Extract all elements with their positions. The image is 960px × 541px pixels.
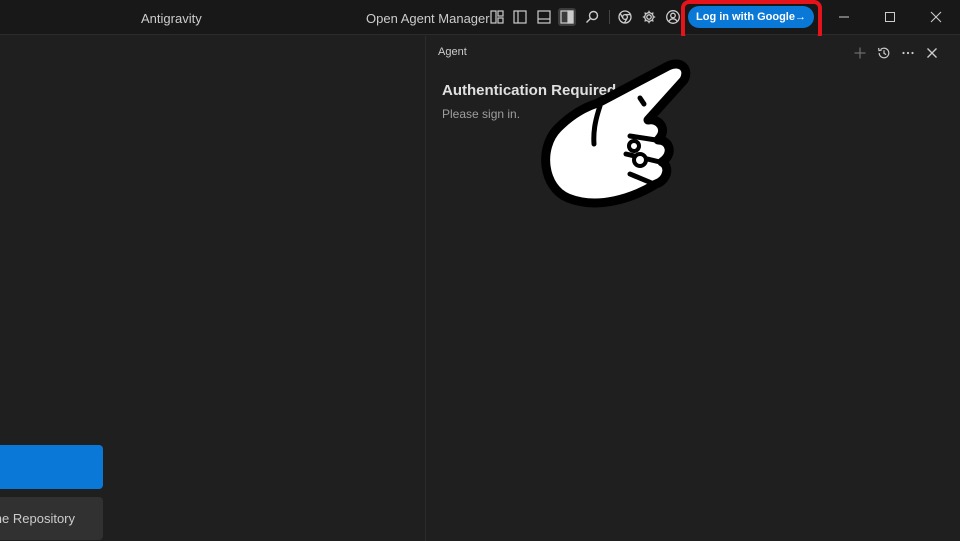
maximize-icon[interactable]: [882, 9, 898, 25]
open-agent-manager-link[interactable]: Open Agent Manager: [366, 11, 490, 26]
auth-subtitle: Please sign in.: [442, 107, 521, 121]
agent-panel-title: Agent: [438, 46, 467, 58]
toggle-primary-sidebar-icon[interactable]: [511, 8, 529, 26]
clone-repository-button[interactable]: Clone Repository: [0, 497, 103, 540]
chrome-icon[interactable]: [616, 8, 634, 26]
pointing-hand-icon: [541, 59, 691, 208]
more-icon[interactable]: [900, 45, 916, 61]
close-icon[interactable]: [928, 9, 944, 25]
primary-action-button[interactable]: [0, 445, 103, 489]
app-title: Antigravity: [141, 11, 202, 26]
toggle-panel-icon[interactable]: [535, 8, 553, 26]
gear-icon[interactable]: [640, 8, 658, 26]
plus-icon[interactable]: [852, 45, 868, 61]
titlebar-separator: [609, 10, 610, 24]
clone-repository-label: Clone Repository: [0, 511, 75, 526]
close-panel-icon[interactable]: [924, 45, 940, 61]
minimize-icon[interactable]: [836, 9, 852, 25]
account-icon[interactable]: [664, 8, 682, 26]
title-bar: Antigravity Open Agent Manager Log in wi…: [0, 0, 960, 42]
history-icon[interactable]: [876, 45, 892, 61]
layout-customize-icon[interactable]: [488, 8, 506, 26]
search-icon[interactable]: [583, 8, 601, 26]
toggle-secondary-sidebar-icon[interactable]: [558, 8, 576, 26]
